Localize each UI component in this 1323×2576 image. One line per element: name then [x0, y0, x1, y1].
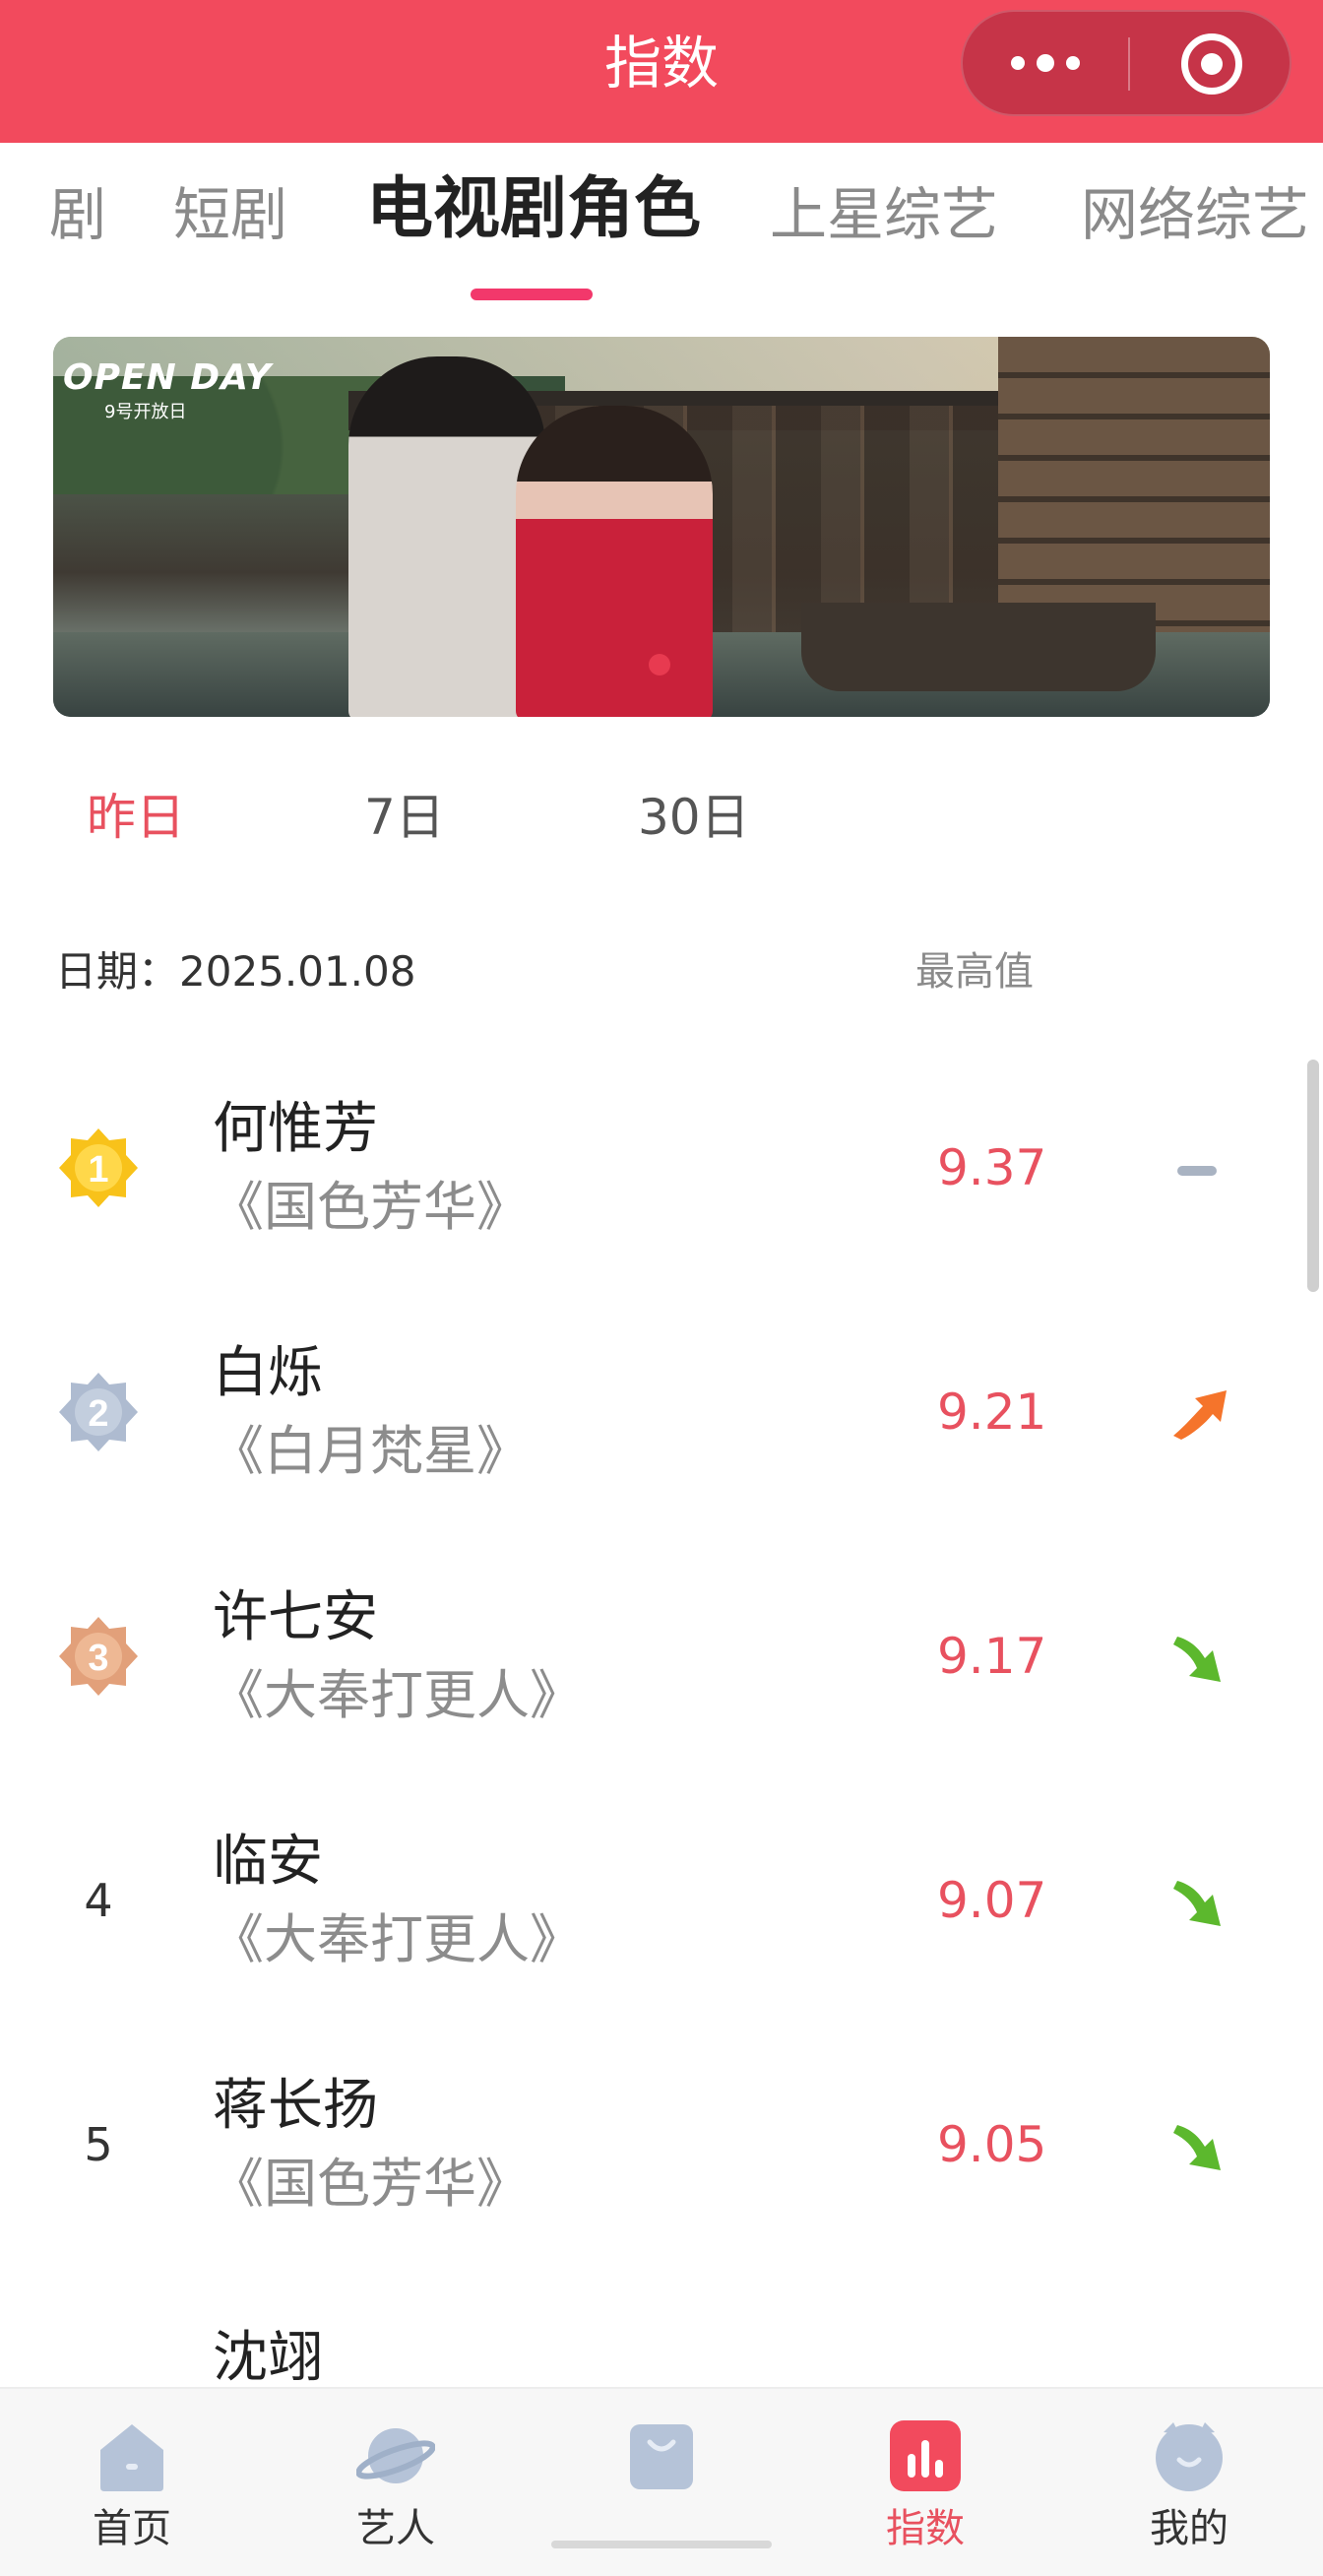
nav-label: 我的 — [1150, 2506, 1228, 2551]
ranking-row[interactable]: 3 许七安 《大奉打更人》 9.17 — [0, 1544, 1323, 1788]
gold-medal-icon: 1 — [57, 1127, 140, 1209]
svg-text:1: 1 — [88, 1149, 108, 1191]
bronze-medal-icon: 3 — [57, 1615, 140, 1698]
close-mini-program-icon[interactable] — [1181, 33, 1242, 95]
nav-label: 首页 — [93, 2506, 171, 2551]
ranking-row[interactable]: 沈翊 — [0, 2277, 1323, 2387]
nav-label: 指数 — [886, 2506, 965, 2551]
nav-home[interactable]: 首页 — [33, 2389, 230, 2576]
rank-number: 4 — [84, 1874, 113, 1927]
category-tabs: 剧 短剧 电视剧角色 上星综艺 网络综艺 — [0, 143, 1323, 310]
more-options-button[interactable] — [963, 12, 1128, 114]
ranking-row[interactable]: 5 蒋长扬 《国色芳华》 9.05 — [0, 2032, 1323, 2277]
range-tab-7days[interactable]: 7日 — [364, 786, 445, 849]
banner-logo-subtitle: 9号开放日 — [104, 402, 187, 422]
tab-tv-roles[interactable]: 电视剧角色 — [366, 175, 701, 244]
index-value: 9.07 — [937, 1872, 1047, 1929]
nav-artists[interactable]: 艺人 — [297, 2389, 494, 2576]
ranking-row[interactable]: 2 白烁 《白月梵星》 9.21 — [0, 1300, 1323, 1544]
planet-icon — [356, 2428, 435, 2483]
index-value: 9.37 — [937, 1139, 1047, 1196]
trend-down-icon — [1173, 1881, 1221, 1926]
more-dot-icon — [1066, 56, 1080, 70]
trend-flat-icon — [1177, 1166, 1217, 1176]
drama-title: 《大奉打更人》 — [211, 1908, 583, 1970]
tab-short-drama[interactable]: 短剧 — [173, 180, 287, 249]
drama-title: 《国色芳华》 — [211, 1176, 530, 1238]
bag-icon — [630, 2424, 693, 2489]
capsule-divider — [1128, 37, 1130, 91]
trend-down-icon — [1173, 2125, 1221, 2170]
date-label: 日期：2025.01.08 — [55, 947, 416, 996]
ranking-row[interactable]: 1 何惟芳 《国色芳华》 9.37 — [0, 1056, 1323, 1300]
rank-number: 5 — [84, 2118, 113, 2171]
more-dot-icon — [1011, 56, 1025, 70]
home-icon — [100, 2424, 163, 2491]
face-icon — [1156, 2422, 1223, 2491]
drama-title: 《国色芳华》 — [211, 2153, 530, 2215]
ranking-row[interactable]: 4 临安 《大奉打更人》 9.07 — [0, 1788, 1323, 2032]
tab-drama-partial[interactable]: 剧 — [49, 180, 106, 249]
svg-text:2: 2 — [88, 1393, 108, 1435]
svg-text:3: 3 — [88, 1638, 108, 1679]
trend-up-icon — [1173, 1390, 1227, 1440]
trend-down-icon — [1173, 1637, 1221, 1682]
index-value: 9.21 — [937, 1384, 1047, 1441]
active-tab-indicator — [471, 289, 593, 300]
scrollbar[interactable] — [1307, 1060, 1319, 1292]
character-name: 蒋长扬 — [213, 2074, 378, 2138]
index-value: 9.05 — [937, 2116, 1047, 2173]
index-value: 9.17 — [937, 1628, 1047, 1685]
mini-program-capsule — [961, 10, 1292, 116]
max-value-header: 最高值 — [915, 949, 1034, 995]
drama-title: 《大奉打更人》 — [211, 1664, 583, 1726]
range-tab-yesterday[interactable]: 昨日 — [87, 786, 185, 849]
nav-label: 艺人 — [356, 2506, 435, 2551]
nav-mine[interactable]: 我的 — [1091, 2389, 1288, 2576]
carousel-indicator — [649, 654, 670, 676]
banner-figure — [516, 406, 713, 717]
tab-online-variety[interactable]: 网络综艺 — [1081, 180, 1309, 249]
character-name: 沈翊 — [213, 2326, 323, 2387]
silver-medal-icon: 2 — [57, 1371, 140, 1453]
chart-icon — [890, 2420, 961, 2491]
character-name: 许七安 — [213, 1585, 378, 1649]
tab-satellite-variety[interactable]: 上星综艺 — [770, 180, 998, 249]
more-dot-icon — [1037, 54, 1054, 72]
banner-logo: OPEN DAY — [63, 357, 272, 398]
nav-index[interactable]: 指数 — [827, 2389, 1024, 2576]
home-indicator[interactable] — [551, 2541, 772, 2548]
range-tab-30days[interactable]: 30日 — [638, 786, 750, 849]
app-header: 指数 — [0, 0, 1323, 143]
character-name: 临安 — [213, 1830, 323, 1894]
character-name: 白烁 — [213, 1341, 323, 1405]
character-name: 何惟芳 — [213, 1097, 378, 1161]
promo-banner[interactable]: OPEN DAY 9号开放日 — [53, 337, 1270, 717]
drama-title: 《白月梵星》 — [211, 1420, 530, 1482]
